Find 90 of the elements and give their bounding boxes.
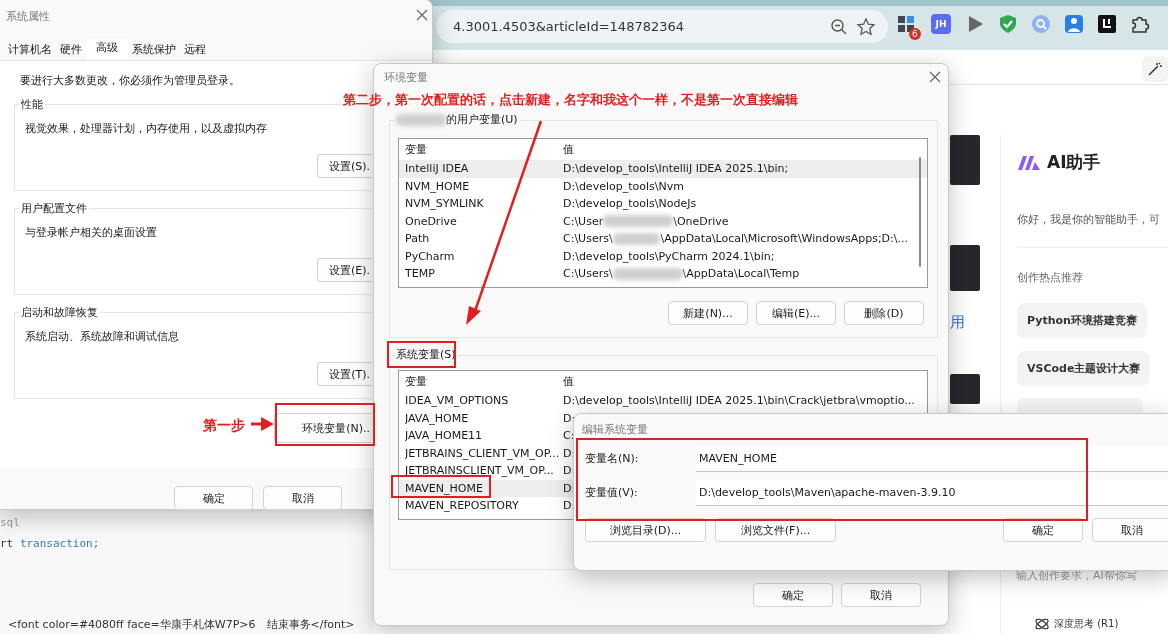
group-description: 与登录帐户相关的桌面设置 [25, 226, 157, 239]
variable-value: C: [563, 429, 575, 443]
variable-name: MAVEN_REPOSITORY [405, 499, 519, 513]
input-field[interactable]: MAVEN_HOME [696, 445, 1168, 472]
variable-name: NVM_HOME [405, 179, 470, 193]
link-text[interactable]: 用 [950, 313, 965, 332]
list-row[interactable]: NVM_HOME D:\develop_tools\Nvm [399, 177, 927, 195]
variable-value: \OneDrive [673, 214, 729, 228]
variable-name: JAVA_HOME11 [405, 429, 483, 443]
tab[interactable]: 计算机名 [4, 39, 56, 60]
tab[interactable]: 高级 [86, 39, 128, 60]
variable-value: D:\develop_tools\IntelliJ IDEA 2025.1\bin\Crack\jetbra\vmoptio... [563, 394, 915, 408]
list-action-button[interactable]: 编辑(E)... [756, 301, 836, 325]
deep-think-toggle[interactable]: 深度思考 (R1) [1054, 617, 1119, 631]
topic-chip[interactable]: VSCode主题设计大赛 [1017, 351, 1151, 386]
variable-value: \AppData\Local\Temp [682, 267, 800, 281]
browse-button[interactable]: 浏览文件(F)... [715, 518, 836, 542]
variable-value: D:\develop_tools\PyCharm 2024.1\bin; [563, 249, 775, 263]
variable-name: IntelliJ IDEA [405, 162, 469, 176]
section-title: 创作热点推荐 [1017, 270, 1084, 285]
group-title: 启动和故障恢复 [19, 305, 100, 320]
step-annotation: 第一步 [203, 417, 245, 435]
list-row[interactable]: IDEA_VM_OPTIONS D:\develop_tools\IntelliJ IDEA 2025.1\bin\Crack\jetbra\vmoptio... [399, 392, 927, 410]
greeting-text: 你好，我是你的智能助手，可 [1017, 212, 1161, 227]
panel-title: AI助手 [1047, 151, 1101, 174]
group-title: 性能 [19, 97, 45, 112]
group-title: 的用户变量(U) [446, 112, 518, 127]
group-title: 用户配置文件 [19, 201, 89, 216]
tab[interactable]: 系统保护 [128, 39, 180, 60]
group-description: 视觉效果，处理器计划，内存使用，以及虚拟内存 [25, 122, 267, 135]
list-row[interactable]: IntelliJ IDEA D:\develop_tools\IntelliJ IDEA 2025.1\bin; [399, 160, 927, 178]
markup-text: <font color=#4080ff face=华康手札体W7P>6 结束事务</font> [8, 617, 355, 632]
extension-icon[interactable]: JH [931, 14, 951, 34]
code-line: rt transaction; [0, 537, 100, 550]
variable-name: OneDrive [405, 214, 457, 228]
list-row[interactable]: PyCharm D:\develop_tools\PyCharm 2024.1\bin; [399, 247, 927, 265]
address-bar[interactable]: 4.3001.4503&articleId=148782364 [436, 10, 888, 43]
variable-name: TEMP [405, 267, 435, 281]
topic-chip[interactable]: Python环境搭建竞赛 [1017, 303, 1147, 338]
code-line: sql [0, 516, 20, 529]
field-label: 变量名(N): [585, 451, 640, 466]
window-title: 环境变量 [384, 71, 428, 84]
dialog-button[interactable]: 确定 [1003, 518, 1083, 542]
dialog-button[interactable]: 取消 [841, 583, 921, 607]
tab[interactable]: 硬件 [56, 39, 86, 60]
list-action-button[interactable]: 新建(N)... [668, 301, 748, 325]
variable-name: PyCharm [405, 249, 455, 263]
variable-value: C:\Users\ [563, 232, 613, 246]
variable-value: \AppData\Local\Microsoft\WindowsApps;D:\... [660, 232, 908, 246]
dialog-button[interactable]: 确定 [753, 583, 833, 607]
input-field[interactable]: D:\develop_tools\Maven\apache-maven-3.9.10 [696, 479, 1168, 506]
field-label: 变量值(V): [585, 485, 639, 500]
variable-name: JETBRAINSCLIENT_VM_OP... [405, 464, 554, 478]
url-text: 4.3001.4503&articleId=148782364 [453, 19, 686, 34]
column-header[interactable]: 变量 [405, 374, 427, 388]
variable-name: MAVEN_HOME [405, 481, 483, 495]
dialog-button[interactable]: 取消 [1092, 518, 1168, 542]
variable-name: JAVA_HOME [405, 411, 469, 425]
variable-value: D:\develop_tools\NodeJs [563, 197, 697, 211]
list-action-button[interactable]: 删除(D) [844, 301, 924, 325]
variable-value: D:\develop_tools\IntelliJ IDEA 2025.1\bin; [563, 162, 789, 176]
dialog-button[interactable]: 取消 [263, 486, 342, 510]
variable-value: C:\Users\ [563, 267, 613, 281]
environment-variables-button[interactable]: 环境变量(N).. [274, 413, 372, 443]
window-title: 系统属性 [6, 10, 50, 23]
variable-name: NVM_SYMLINK [405, 197, 484, 211]
list-row[interactable]: OneDrive C:\User \OneDrive [399, 212, 927, 230]
list-row[interactable]: TEMP C:\Users\ \AppData\Local\Temp [399, 265, 927, 283]
browse-button[interactable]: 浏览目录(D)... [585, 518, 706, 542]
admin-notice: 要进行大多数更改，你必须作为管理员登录。 [20, 73, 241, 88]
window-title: 编辑系统变量 [582, 423, 648, 436]
variable-name: IDEA_VM_OPTIONS [405, 394, 509, 408]
tab[interactable]: 远程 [180, 39, 210, 60]
column-header[interactable]: 变量 [405, 142, 427, 156]
variable-name: Path [405, 232, 430, 246]
variable-value: D:\develop_tools\Nvm [563, 179, 684, 193]
column-header[interactable]: 值 [563, 373, 574, 389]
variable-name: JETBRAINS_CLIENT_VM_OP... [405, 446, 560, 460]
list-row[interactable]: NVM_SYMLINK D:\develop_tools\NodeJs [399, 195, 927, 213]
list-row[interactable]: Path C:\Users\ \AppData\Local\Microsoft\WindowsApps;D:\... [399, 230, 927, 248]
column-header[interactable]: 值 [563, 141, 574, 157]
variable-value: C:\User [563, 214, 604, 228]
dialog-button[interactable]: 确定 [174, 486, 253, 510]
group-description: 系统启动、系统故障和调试信息 [25, 330, 179, 343]
step-annotation: 第二步，第一次配置的话，点击新建，名字和我这个一样，不是第一次直接编辑 [343, 91, 798, 109]
settings-button[interactable]: 设置(S). [317, 154, 372, 178]
variable-value: D: [563, 411, 576, 425]
settings-button[interactable]: 设置(E). [317, 258, 372, 282]
settings-button[interactable]: 设置(T). [317, 362, 372, 386]
notification-badge: 6 [909, 28, 921, 40]
